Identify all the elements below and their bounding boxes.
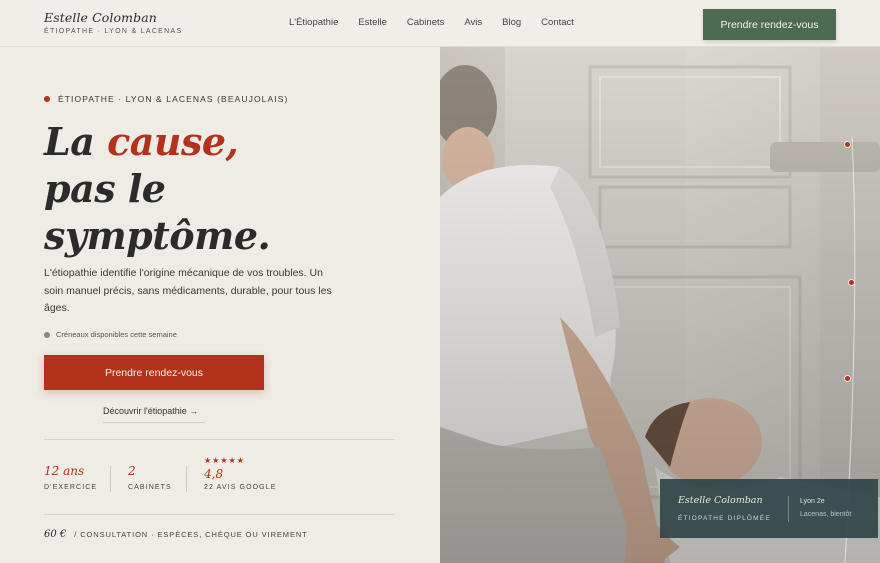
brand-logo[interactable]: Estelle Colomban ÉTIOPATHE · LYON & LACE… [44, 10, 182, 35]
headline-line3: symptôme. [44, 213, 271, 258]
stat-reviews[interactable]: ★★★★★ 4,8 22 AVIS GOOGLE [204, 456, 276, 491]
availability-text: Créneaux disponibles cette semaine [56, 330, 177, 339]
stat-separator [110, 466, 111, 492]
hero-appointment-button[interactable]: Prendre rendez-vous [44, 355, 264, 390]
nav-item-cabinets[interactable]: Cabinets [407, 17, 445, 28]
nav-item-estelle[interactable]: Estelle [358, 17, 387, 28]
site-header: Estelle Colomban ÉTIOPATHE · LYON & LACE… [0, 0, 880, 47]
nav-item-avis[interactable]: Avis [464, 17, 482, 28]
header-appointment-button[interactable]: Prendre rendez-vous [703, 9, 836, 40]
stat-value: 2 [128, 464, 136, 478]
photo-hotspot-marker[interactable] [848, 279, 855, 286]
photo-hotspot-marker[interactable] [844, 375, 851, 382]
hero-lead: L'étiopathie identifie l'origine mécaniq… [44, 267, 332, 314]
stat-separator [186, 466, 187, 492]
stat-value: 4,8 [204, 467, 224, 481]
nav-item-contact[interactable]: Contact [541, 17, 574, 28]
headline-accent: cause, [107, 119, 239, 164]
red-dot-icon [44, 96, 50, 102]
stat-experience: 12 ans D'EXERCICE [44, 464, 97, 491]
caption-city-lyon: Lyon 2e [800, 498, 825, 505]
hero-eyebrow: ÉTIOPATHE · LYON & LACENAS (BEAUJOLAIS) [44, 94, 288, 104]
brand-subtitle: ÉTIOPATHE · LYON & LACENAS [44, 28, 183, 35]
availability-dot-icon [44, 331, 50, 338]
availability-note: Créneaux disponibles cette semaine [44, 330, 177, 339]
nav-item-blog[interactable]: Blog [502, 17, 521, 28]
stat-value: 12 ans [44, 464, 85, 478]
stat-label: CABINETS [128, 484, 172, 491]
rating-stars-icon: ★★★★★ [204, 456, 245, 465]
practitioner-caption-card: Estelle Colomban ÉTIOPATHE DIPLÔMÉE Lyon… [660, 479, 878, 538]
hero-headline: La cause, pas le symptôme. [44, 118, 271, 259]
nav-item-etiopathie[interactable]: L'Étiopathie [289, 17, 338, 28]
eyebrow-text: ÉTIOPATHE · LYON & LACENAS (BEAUJOLAIS) [58, 94, 289, 104]
caption-title: ÉTIOPATHE DIPLÔMÉE [678, 515, 771, 522]
price-amount: 60 € [44, 529, 67, 540]
photo-hotspot-marker[interactable] [844, 141, 851, 148]
headline-line2: pas le [44, 166, 166, 211]
brand-name: Estelle Colomban [44, 10, 157, 25]
stat-cabinets: 2 CABINETS [128, 464, 172, 491]
caption-separator [788, 496, 789, 522]
discover-link[interactable]: Découvrir l'étiopathie → [103, 406, 205, 423]
headline-pre: La [44, 119, 108, 164]
caption-name: Estelle Colomban [678, 495, 763, 506]
price-info: 60 € / CONSULTATION · ESPÈCES, CHÈQUE OU… [44, 529, 308, 540]
price-note: / CONSULTATION · ESPÈCES, CHÈQUE OU VIRE… [74, 530, 308, 539]
stat-label: 22 AVIS GOOGLE [204, 484, 277, 491]
stat-label: D'EXERCICE [44, 484, 98, 491]
caption-city-lacenas: Lacenas, bientôt [800, 511, 852, 518]
divider [44, 514, 395, 515]
divider [44, 439, 395, 440]
main-nav: L'Étiopathie Estelle Cabinets Avis Blog … [289, 17, 594, 28]
